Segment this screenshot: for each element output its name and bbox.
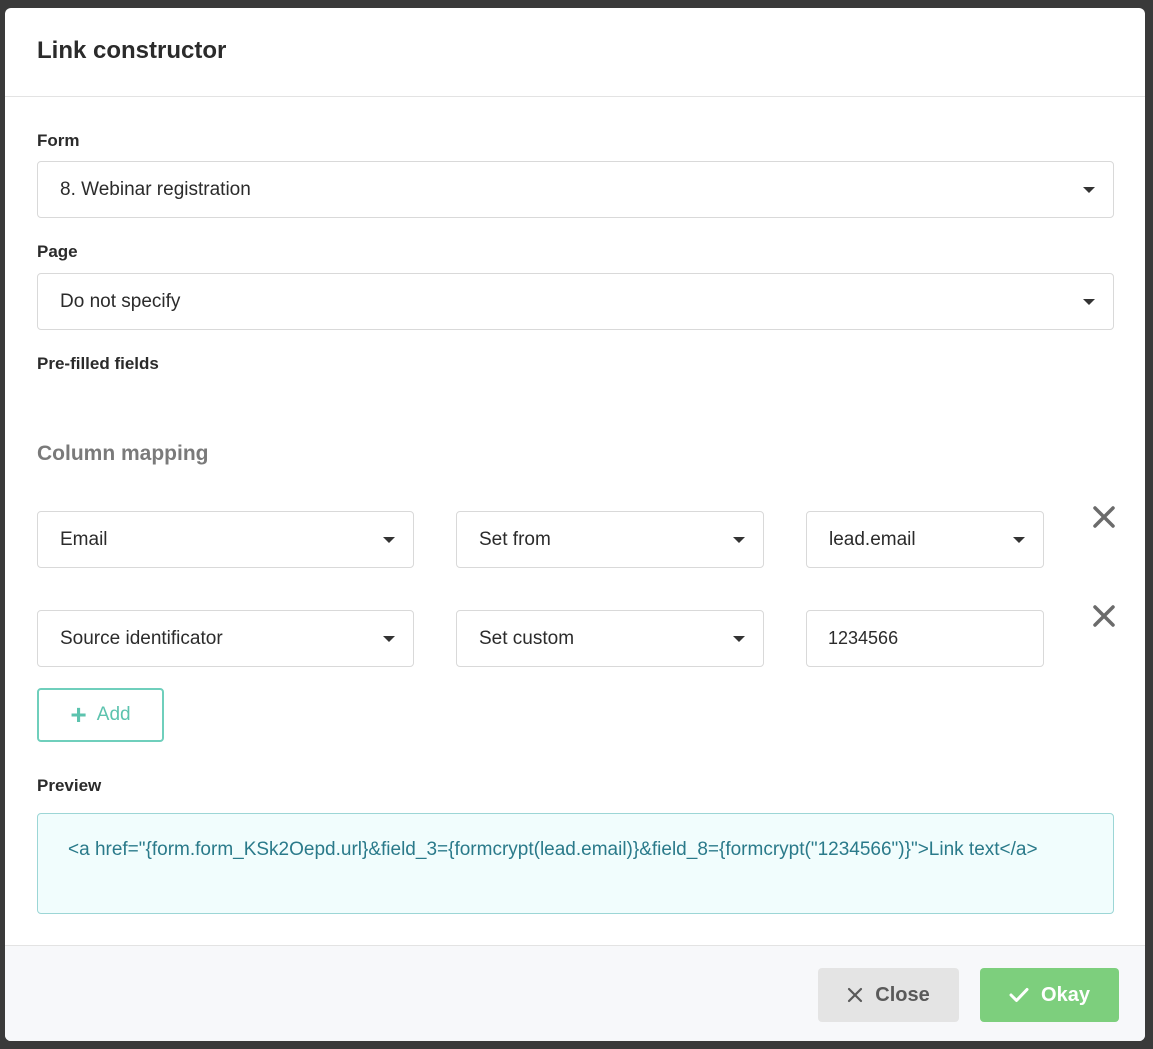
mapping-mode-value: Set from (479, 528, 551, 550)
caret-down-icon (383, 536, 395, 543)
form-select[interactable]: 8. Webinar registration (37, 161, 1114, 218)
plus-icon: + (70, 699, 87, 730)
close-button-label: Close (875, 983, 930, 1006)
preview-label: Preview (37, 776, 102, 795)
close-x-icon (1093, 605, 1115, 627)
column-mapping-title: Column mapping (37, 442, 209, 465)
close-x-icon (848, 987, 863, 1003)
mapping-row-2-field-select[interactable]: Source identificator (37, 610, 414, 667)
mapping-row-1-value-select[interactable]: lead.email (806, 511, 1044, 568)
modal-body: Form 8. Webinar registration Page Do not… (5, 97, 1145, 945)
mapping-mode-value: Set custom (479, 627, 575, 649)
prefilled-fields-label: Pre-filled fields (37, 354, 159, 373)
page-label: Page (37, 242, 78, 261)
close-x-icon (1093, 506, 1115, 528)
modal-title: Link constructor (37, 37, 227, 64)
caret-down-icon (1083, 298, 1095, 305)
link-constructor-modal: Link constructor Form 8. Webinar registr… (5, 8, 1145, 1041)
okay-button-label: Okay (1041, 983, 1090, 1006)
caret-down-icon (733, 635, 745, 642)
remove-row-1-button[interactable] (1089, 502, 1119, 532)
remove-row-2-button[interactable] (1089, 601, 1119, 631)
mapping-row-1-field-select[interactable]: Email (37, 511, 414, 568)
page-select[interactable]: Do not specify (37, 273, 1114, 330)
mapping-value: lead.email (829, 528, 916, 550)
caret-down-icon (1083, 186, 1095, 193)
form-label: Form (37, 131, 80, 150)
mapping-row-1-mode-select[interactable]: Set from (456, 511, 764, 568)
checkmark-icon (1009, 988, 1029, 1002)
okay-button[interactable]: Okay (980, 968, 1119, 1022)
caret-down-icon (1013, 536, 1025, 543)
preview-box: <a href="{form.form_KSk2Oepd.url}&field_… (37, 813, 1114, 914)
modal-footer: Close Okay (5, 945, 1145, 1041)
preview-code: <a href="{form.form_KSk2Oepd.url}&field_… (68, 839, 1038, 860)
mapping-field-value: Email (60, 528, 108, 550)
page-select-value: Do not specify (60, 290, 181, 312)
caret-down-icon (383, 635, 395, 642)
mapping-row-2-value-input[interactable] (806, 610, 1044, 667)
close-button[interactable]: Close (818, 968, 959, 1022)
mapping-row-2-mode-select[interactable]: Set custom (456, 610, 764, 667)
add-button-label: Add (96, 704, 131, 725)
add-mapping-button[interactable]: + Add (37, 688, 164, 742)
form-select-value: 8. Webinar registration (60, 178, 251, 200)
modal-header: Link constructor (5, 8, 1145, 97)
caret-down-icon (733, 536, 745, 543)
mapping-field-value: Source identificator (60, 627, 223, 649)
